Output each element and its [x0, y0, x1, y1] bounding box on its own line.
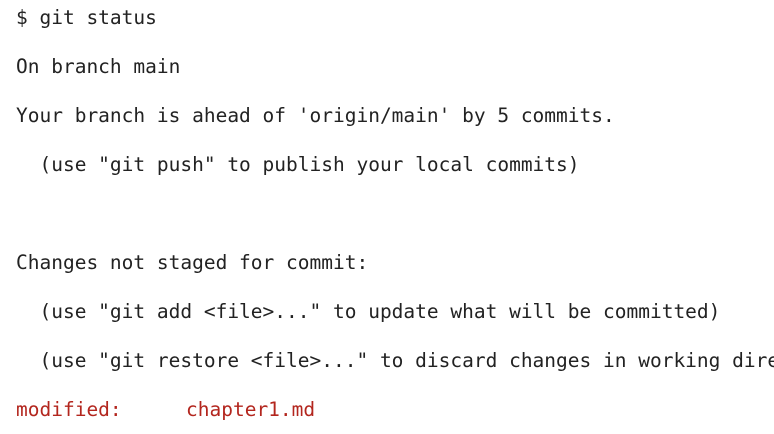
modified-entry: modified: chapter1.md — [16, 398, 315, 422]
terminal-output: $ git status On branch main Your branch … — [0, 0, 774, 434]
restore-hint: (use "git restore <file>..." to discard … — [16, 349, 774, 372]
unstaged-header: Changes not staged for commit: — [16, 251, 369, 274]
add-hint: (use "git add <file>..." to update what … — [16, 300, 721, 323]
modified-label: modified: — [16, 398, 122, 421]
command-prompt: $ git status — [16, 6, 157, 29]
modified-file: chapter1.md — [186, 398, 316, 421]
branch-line: On branch main — [16, 55, 181, 78]
ahead-line: Your branch is ahead of 'origin/main' by… — [16, 104, 615, 127]
push-hint: (use "git push" to publish your local co… — [16, 153, 580, 176]
